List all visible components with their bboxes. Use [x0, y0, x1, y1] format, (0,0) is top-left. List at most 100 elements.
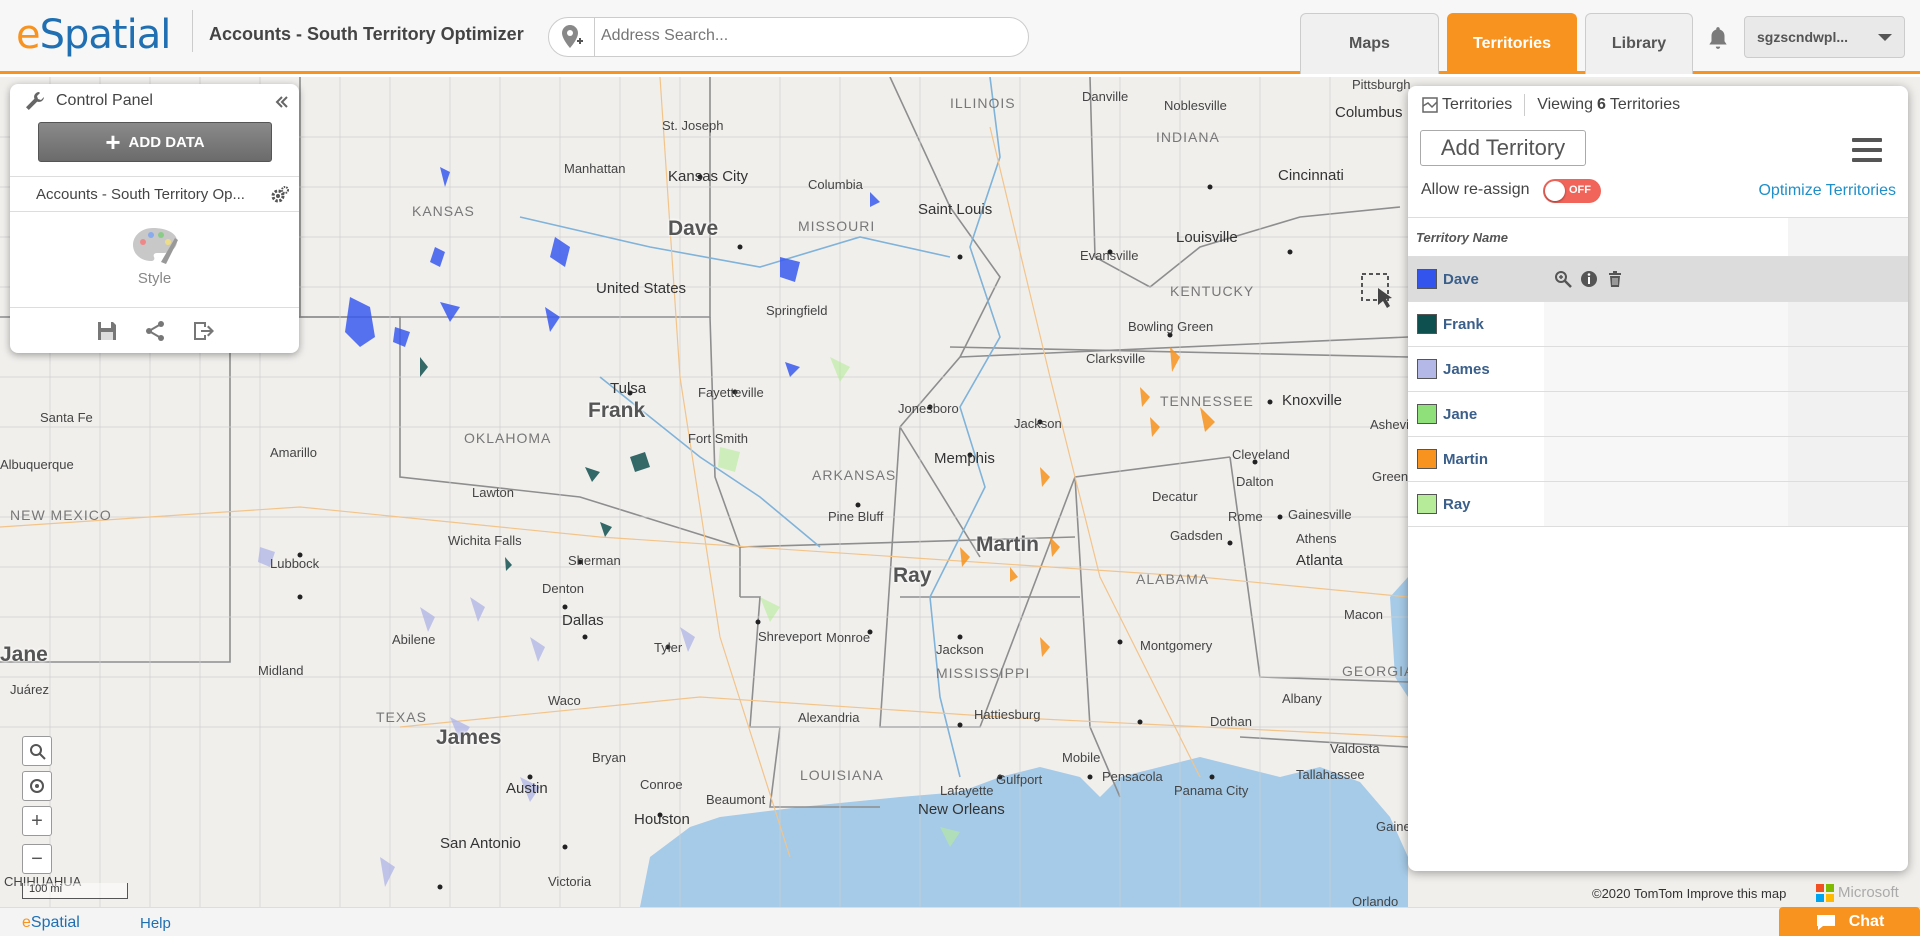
territory-row-martin[interactable]: Martin [1408, 437, 1908, 482]
column-header-territory-name[interactable]: Territory Name [1408, 217, 1908, 257]
territory-name: Dave [1443, 270, 1479, 288]
zoom-area-icon[interactable] [22, 736, 52, 766]
tab-library[interactable]: Library [1585, 13, 1693, 74]
territory-color-swatch[interactable] [1417, 404, 1437, 424]
city-label: Lubbock [270, 556, 320, 571]
city-label: Knoxville [1282, 392, 1343, 409]
city-label: Dothan [1210, 714, 1252, 729]
city-label: Jackson [936, 642, 984, 657]
header-separator [1524, 94, 1526, 116]
viewing-prefix: Viewing [1537, 96, 1593, 113]
territory-name: Ray [1443, 495, 1471, 513]
save-icon[interactable] [95, 319, 119, 343]
top-bar: eSpatial Accounts - South Territory Opti… [0, 0, 1920, 74]
state-label: MISSOURI [798, 218, 876, 234]
info-icon[interactable] [1579, 269, 1599, 289]
zoom-out-button[interactable]: − [22, 844, 52, 874]
bell-icon[interactable] [1705, 25, 1731, 51]
control-panel-header: Control Panel [10, 84, 299, 118]
city-label: Manhattan [564, 161, 626, 176]
city-label: Tyler [654, 640, 683, 655]
viewing-count: 6 [1596, 96, 1606, 113]
city-label: San Antonio [440, 835, 521, 852]
territory-color-swatch[interactable] [1417, 359, 1437, 379]
add-data-button[interactable]: + ADD DATA [38, 122, 272, 162]
microsoft-logo [1816, 884, 1834, 902]
hamburger-menu-icon[interactable] [1852, 138, 1882, 162]
footer: eSpatial Help [0, 907, 1920, 936]
city-label: United States [596, 280, 687, 297]
territory-color-swatch[interactable] [1417, 449, 1437, 469]
espatial-logo[interactable]: eSpatial [16, 12, 171, 58]
style-button[interactable]: Style [10, 224, 299, 304]
help-link[interactable]: Help [140, 915, 171, 932]
territories-panel: Territories Viewing 6 Territories Add Te… [1408, 86, 1908, 871]
delete-icon[interactable] [1605, 269, 1625, 289]
layer-item[interactable]: Accounts - South Territory Op... [10, 176, 299, 212]
city-label: New Orleans [918, 801, 1005, 818]
territory-name: Jane [1443, 405, 1478, 423]
toggle-knob [1545, 181, 1565, 201]
share-icon[interactable] [143, 319, 167, 343]
city-label: Columbus [1335, 104, 1403, 121]
collapse-icon[interactable] [275, 95, 289, 109]
city-label: Tallahassee [1296, 767, 1365, 782]
tab-territories[interactable]: Territories [1447, 13, 1577, 74]
zoom-to-icon[interactable] [1553, 269, 1573, 289]
state-label: ILLINOIS [950, 95, 1016, 111]
control-panel-title: Control Panel [56, 92, 153, 109]
locate-icon[interactable] [22, 771, 52, 801]
location-pin-icon[interactable] [549, 18, 595, 56]
logo-e: e [16, 12, 41, 58]
territory-row-jane[interactable]: Jane [1408, 392, 1908, 437]
add-territory-button[interactable]: Add Territory [1420, 130, 1586, 166]
territory-row-dave[interactable]: Dave [1408, 257, 1908, 302]
territory-color-swatch[interactable] [1417, 494, 1437, 514]
user-menu[interactable]: sgzscndwpl... [1744, 16, 1905, 58]
city-label: Monroe [826, 630, 871, 645]
footer-logo[interactable]: eSpatial [22, 914, 80, 932]
address-search-input[interactable] [601, 27, 1001, 45]
city-label: Pensacola [1102, 769, 1163, 784]
city-label: Panama City [1174, 783, 1249, 798]
export-icon[interactable] [191, 319, 215, 343]
territory-table: Territory Name Dave Frank James Jane Mar… [1408, 217, 1908, 527]
territory-row-frank[interactable]: Frank [1408, 302, 1908, 347]
footer-logo-text: Spatial [30, 914, 80, 931]
state-label: TENNESSEE [1160, 393, 1254, 409]
allow-reassign-toggle[interactable]: OFF [1543, 179, 1601, 203]
layer-settings-icon[interactable] [269, 185, 289, 205]
footer-logo-e: e [22, 914, 31, 931]
territory-color-swatch[interactable] [1417, 314, 1437, 334]
optimize-territories-link[interactable]: Optimize Territories [1758, 182, 1896, 200]
city-label: St. Joseph [662, 118, 724, 133]
territory-row-james[interactable]: James [1408, 347, 1908, 392]
state-label: TEXAS [376, 709, 427, 725]
state-label: KENTUCKY [1170, 283, 1255, 299]
lasso-select-icon[interactable] [1356, 268, 1400, 312]
city-label: Juárez [10, 682, 50, 697]
tab-maps[interactable]: Maps [1300, 13, 1439, 74]
city-label: Springfield [766, 303, 828, 318]
territory-row-ray[interactable]: Ray [1408, 482, 1908, 527]
state-label: NEW MEXICO [10, 507, 112, 523]
city-label: Shreveport [758, 629, 822, 644]
city-label: Macon [1344, 607, 1384, 622]
city-label: Santa Fe [40, 410, 93, 425]
address-search[interactable] [548, 17, 1029, 57]
territories-label: Territories [1442, 96, 1513, 113]
city-label: Bryan [592, 750, 626, 765]
zoom-in-button[interactable]: + [22, 806, 52, 836]
map-attribution[interactable]: ©2020 TomTom Improve this map [1592, 886, 1786, 901]
city-label: Denton [542, 581, 584, 596]
city-label: Pine Bluff [828, 509, 884, 524]
city-label: Conroe [640, 777, 683, 792]
territory-icon [1422, 97, 1438, 113]
territory-label-jane: Jane [0, 643, 48, 666]
state-label: ARKANSAS [812, 467, 897, 483]
territory-color-swatch[interactable] [1417, 269, 1437, 289]
chat-button[interactable]: Chat [1779, 907, 1920, 936]
city-label: Dalton [1236, 474, 1274, 489]
city-label: Waco [548, 693, 581, 708]
city-label: Rome [1228, 509, 1263, 524]
